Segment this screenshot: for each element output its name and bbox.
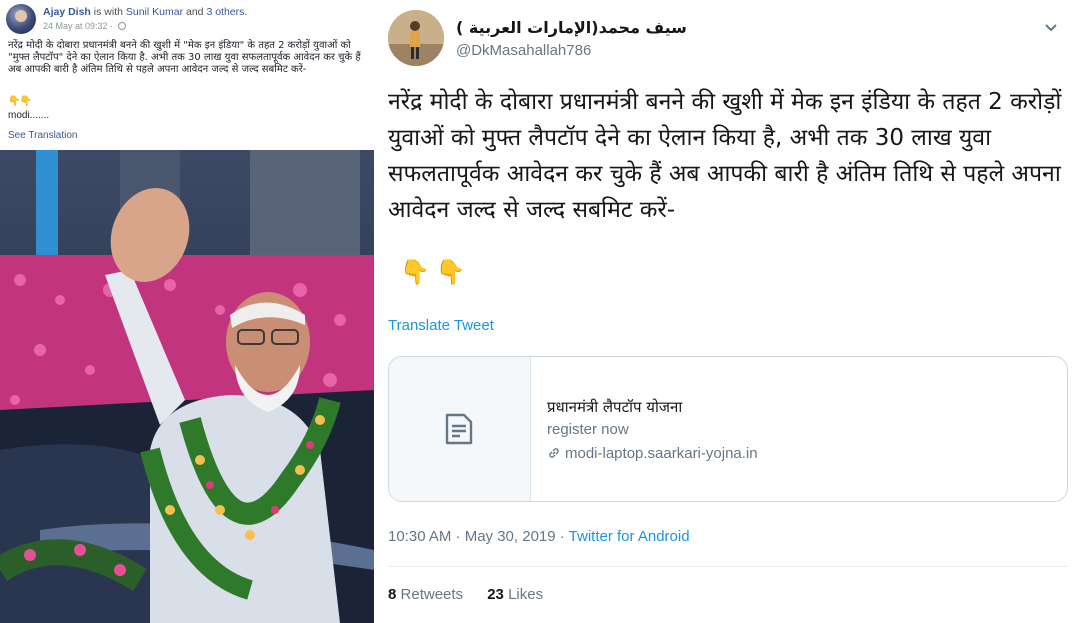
card-url-text: modi-laptop.saarkari-yojna.in	[565, 445, 758, 462]
pointing-down-emoji: 👇👇	[400, 258, 472, 286]
tweet-timestamp: 10:30 AM · May 30, 2019 · Twitter for An…	[388, 528, 690, 545]
post-extra-text: modi.......	[8, 110, 50, 121]
tweet-timestamp-text[interactable]: 10:30 AM · May 30, 2019 ·	[388, 528, 569, 545]
retweets-count: 8	[388, 586, 397, 603]
chevron-down-icon[interactable]	[1044, 20, 1058, 34]
post-meta: 24 May at 09:32 ·	[43, 21, 126, 31]
card-description: register now	[547, 421, 629, 438]
likes-count: 23	[487, 586, 504, 603]
author-name-link[interactable]: Ajay Dish	[43, 6, 91, 18]
tweet-author-handle[interactable]: @DkMasahallah786	[456, 42, 591, 59]
post-timestamp[interactable]: 24 May at 09:32 ·	[43, 21, 116, 31]
photo-illustration	[0, 150, 374, 623]
card-thumbnail	[389, 357, 531, 501]
globe-icon	[117, 22, 126, 30]
tweet: ( الإمارات العربية)سيف محمد @DkMasahalla…	[374, 0, 1076, 623]
divider	[388, 566, 1068, 567]
card-title: प्रधानमंत्री लैपटॉप योजना	[547, 398, 683, 416]
link-preview-card[interactable]: प्रधानमंत्री लैपटॉप योजना register now m…	[388, 356, 1068, 502]
pointing-down-emoji: 👇👇	[8, 96, 32, 107]
tweet-source-link[interactable]: Twitter for Android	[569, 528, 690, 545]
author-avatar[interactable]	[6, 4, 36, 34]
tweet-stats: 8 Retweets 23 Likes	[388, 586, 563, 603]
likes-stat[interactable]: 23 Likes	[487, 586, 543, 603]
translate-tweet-link[interactable]: Translate Tweet	[388, 317, 494, 334]
author-line: Ajay Dish is with Sunil Kumar and 3 othe…	[43, 6, 247, 18]
likes-label: Likes	[508, 586, 544, 603]
post-header: Ajay Dish is with Sunil Kumar and 3 othe…	[6, 4, 368, 34]
document-icon	[445, 413, 473, 445]
avatar-person-icon	[388, 10, 444, 66]
others-link[interactable]: 3 others.	[206, 6, 247, 18]
tagged-user-link[interactable]: Sunil Kumar	[126, 6, 183, 18]
facebook-post: Ajay Dish is with Sunil Kumar and 3 othe…	[0, 0, 374, 623]
with-text: is with	[90, 6, 126, 18]
and-text: and	[183, 6, 207, 18]
retweets-stat[interactable]: 8 Retweets	[388, 586, 463, 603]
retweets-label: Retweets	[400, 586, 464, 603]
tweet-author-name[interactable]: ( الإمارات العربية)سيف محمد	[456, 18, 687, 37]
post-text: नरेंद्र मोदी के दोबारा प्रधानमंत्री बनने…	[8, 40, 361, 75]
post-photo[interactable]	[0, 150, 374, 623]
see-translation-link[interactable]: See Translation	[8, 130, 78, 141]
link-icon	[549, 448, 559, 458]
tweet-text: नरेंद्र मोदी के दोबारा प्रधानमंत्री बनने…	[388, 89, 1062, 223]
tweet-author-avatar[interactable]	[388, 10, 444, 66]
card-url: modi-laptop.saarkari-yojna.in	[547, 445, 758, 462]
